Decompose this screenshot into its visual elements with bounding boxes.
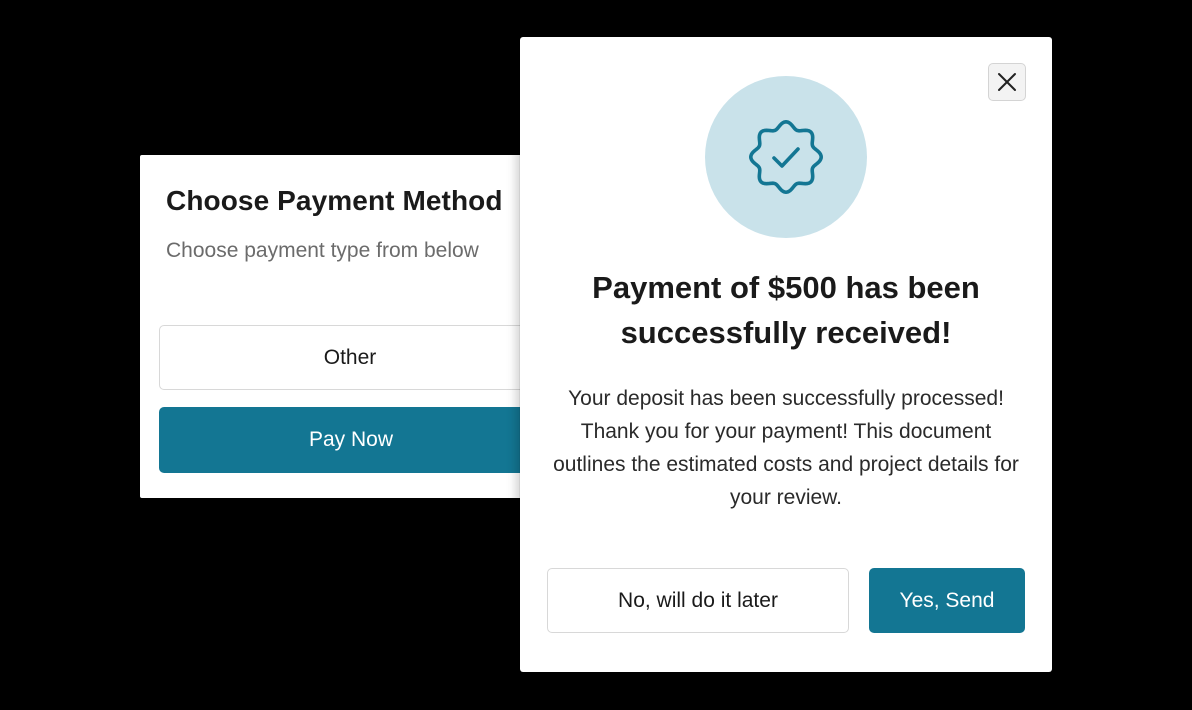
success-badge	[705, 76, 867, 238]
close-icon	[998, 73, 1016, 91]
dialog-subtitle: Choose payment type from below	[166, 239, 479, 262]
confirmation-message: Your deposit has been successfully proce…	[553, 387, 1019, 509]
payment-success-dialog: Payment of $500 has been successfully re…	[520, 37, 1052, 672]
yes-send-button[interactable]: Yes, Send	[869, 568, 1025, 633]
payment-method-dialog: Choose Payment Method Choose payment typ…	[140, 155, 643, 498]
other-payment-label: Other	[323, 345, 377, 369]
pay-now-label: Pay Now	[308, 428, 394, 451]
verified-check-badge-icon	[749, 120, 823, 194]
confirmation-title-line-1: Payment of $500 has been	[592, 270, 980, 305]
do-it-later-label: No, will do it later	[618, 588, 778, 612]
confirmation-title-line-2: successfully received!	[620, 315, 952, 350]
do-it-later-button[interactable]: No, will do it later	[547, 568, 849, 633]
dialog-title: Choose Payment Method	[166, 185, 503, 216]
confirmation-title: Payment of $500 has been successfully re…	[520, 265, 1052, 355]
yes-send-label: Yes, Send	[899, 588, 995, 612]
close-button[interactable]	[988, 63, 1026, 101]
